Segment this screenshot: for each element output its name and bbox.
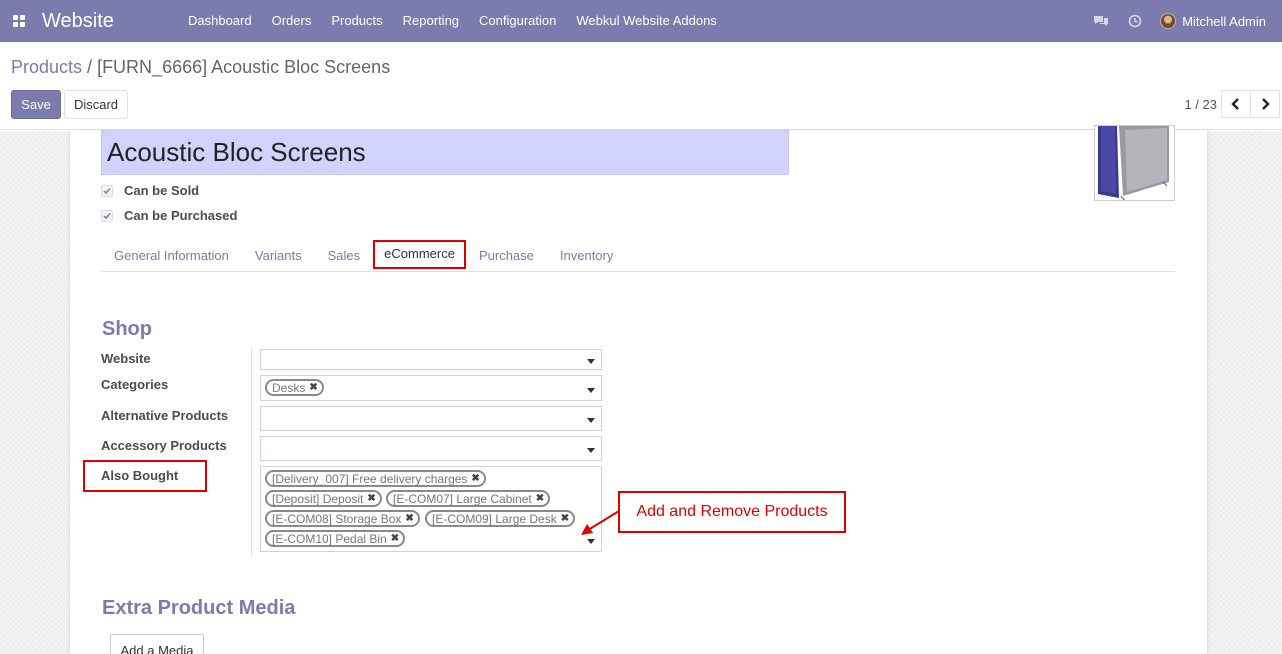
menu-orders[interactable]: Orders — [262, 0, 322, 42]
tag-label: [E-COM07] Large Cabinet — [393, 491, 532, 506]
activity-clock-icon[interactable] — [1118, 0, 1152, 42]
dropdown-caret-icon — [587, 448, 595, 453]
tag-label: [E-COM10] Pedal Bin — [272, 531, 387, 546]
also-bought-label: Also Bought — [101, 468, 179, 483]
tab-general-information[interactable]: General Information — [101, 249, 242, 271]
also-bought-tag: [Deposit] Deposit ✖ — [265, 490, 382, 507]
tab-ecommerce[interactable]: eCommerce — [373, 240, 466, 269]
pager-value[interactable]: 1 / 23 — [1184, 97, 1217, 112]
also-bought-tag: [E-COM09] Large Desk ✖ — [425, 510, 576, 527]
also-bought-tag: [Delivery_007] Free delivery charges ✖ — [265, 470, 486, 487]
menu-reporting[interactable]: Reporting — [393, 0, 469, 42]
app-brand[interactable]: Website — [42, 10, 162, 33]
tab-inventory[interactable]: Inventory — [547, 249, 626, 271]
product-name-field[interactable]: Acoustic Bloc Screens — [101, 130, 789, 175]
discard-button[interactable]: Discard — [64, 90, 128, 119]
navbar-systray: Mitchell Admin — [1084, 0, 1282, 42]
categories-label: Categories — [101, 377, 169, 392]
menu-dashboard[interactable]: Dashboard — [178, 0, 262, 42]
tag-label: [Delivery_007] Free delivery charges — [272, 471, 468, 486]
categories-field[interactable]: Desks ✖ — [260, 375, 602, 401]
also-bought-tag: [E-COM07] Large Cabinet ✖ — [386, 490, 551, 507]
also-bought-tag: [E-COM10] Pedal Bin ✖ — [265, 530, 406, 547]
tag-label: Desks — [272, 380, 306, 395]
pager-next-button[interactable] — [1250, 90, 1280, 118]
user-menu[interactable]: Mitchell Admin — [1152, 13, 1282, 29]
can-be-sold-label: Can be Sold — [124, 183, 200, 198]
user-name: Mitchell Admin — [1182, 13, 1266, 29]
record-pager: 1 / 23 — [1184, 90, 1280, 118]
can-be-purchased-row: Can be Purchased — [101, 208, 237, 223]
breadcrumb-separator: / — [82, 57, 98, 77]
remove-tag-icon[interactable]: ✖ — [405, 513, 413, 524]
apps-menu-icon[interactable] — [0, 0, 38, 42]
chevron-left-icon — [1231, 98, 1239, 110]
can-be-purchased-checkbox[interactable] — [101, 209, 113, 222]
tab-sales[interactable]: Sales — [315, 249, 374, 271]
dropdown-caret-icon — [587, 388, 595, 393]
form-sheet — [69, 131, 1208, 654]
add-media-button[interactable]: Add a Media — [110, 634, 204, 654]
accessory-products-label: Accessory Products — [101, 438, 227, 453]
breadcrumb: Products / [FURN_6666] Acoustic Bloc Scr… — [11, 57, 390, 78]
field-divider — [251, 348, 252, 556]
checkmark-icon — [103, 212, 111, 219]
can-be-sold-checkbox[interactable] — [101, 184, 113, 197]
pager-previous-button[interactable] — [1221, 90, 1251, 118]
remove-tag-icon[interactable]: ✖ — [391, 533, 399, 544]
breadcrumb-current: [FURN_6666] Acoustic Bloc Screens — [97, 57, 391, 77]
tag-label: [E-COM09] Large Desk — [432, 511, 557, 526]
checkmark-icon — [103, 187, 111, 194]
remove-tag-icon[interactable]: ✖ — [536, 493, 544, 504]
also-bought-tag: [E-COM08] Storage Box ✖ — [265, 510, 420, 527]
website-label: Website — [101, 351, 151, 366]
tab-variants[interactable]: Variants — [242, 249, 315, 271]
can-be-sold-row: Can be Sold — [101, 183, 199, 198]
dropdown-caret-icon — [587, 418, 595, 423]
menu-products[interactable]: Products — [321, 0, 392, 42]
top-navbar: Website Dashboard Orders Products Report… — [0, 0, 1282, 42]
annotation-arrow-icon — [581, 510, 620, 535]
product-image[interactable] — [1094, 125, 1175, 201]
category-tag: Desks ✖ — [265, 379, 324, 396]
remove-tag-icon[interactable]: ✖ — [471, 473, 479, 484]
remove-tag-icon[interactable]: ✖ — [561, 513, 569, 524]
accessory-products-field[interactable] — [260, 436, 602, 461]
extra-media-title: Extra Product Media — [102, 597, 296, 619]
chat-icon[interactable] — [1084, 0, 1118, 42]
remove-tag-icon[interactable]: ✖ — [367, 493, 375, 504]
alternative-products-label: Alternative Products — [101, 408, 229, 423]
dropdown-caret-icon — [587, 539, 595, 544]
remove-tag-icon[interactable]: ✖ — [309, 382, 317, 393]
alternative-products-field[interactable] — [260, 406, 602, 431]
avatar — [1160, 13, 1177, 29]
control-panel: Products / [FURN_6666] Acoustic Bloc Scr… — [0, 42, 1282, 130]
tag-label: [E-COM08] Storage Box — [272, 511, 402, 526]
also-bought-field[interactable]: [Delivery_007] Free delivery charges ✖ [D… — [260, 466, 602, 552]
dropdown-caret-icon — [587, 359, 595, 364]
shop-section-title: Shop — [102, 318, 152, 340]
can-be-purchased-label: Can be Purchased — [124, 208, 238, 223]
tab-purchase[interactable]: Purchase — [466, 249, 547, 271]
main-menu: Dashboard Orders Products Reporting Conf… — [178, 0, 727, 42]
breadcrumb-products-link[interactable]: Products — [11, 57, 82, 77]
annotation-callout: Add and Remove Products — [618, 491, 846, 533]
form-tabs: General Information Variants Sales eComm… — [101, 240, 1175, 272]
tag-label: [Deposit] Deposit — [272, 491, 364, 506]
save-button[interactable]: Save — [11, 90, 61, 119]
menu-webkul-addons[interactable]: Webkul Website Addons — [566, 0, 726, 42]
website-select[interactable] — [260, 349, 602, 370]
menu-configuration[interactable]: Configuration — [469, 0, 566, 42]
chevron-right-icon — [1262, 98, 1270, 110]
